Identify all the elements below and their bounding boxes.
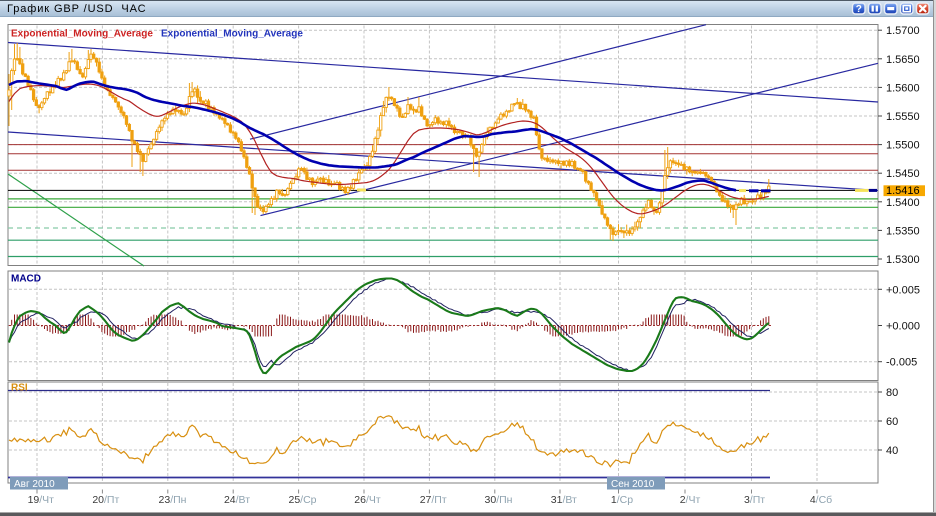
svg-text:20/Пт: 20/Пт xyxy=(92,494,119,506)
svg-text:1.5450: 1.5450 xyxy=(886,168,920,180)
svg-text:30/Пн: 30/Пн xyxy=(485,494,513,506)
svg-text:-0.005: -0.005 xyxy=(886,357,917,369)
svg-text:Exponential_Moving_Average: Exponential_Moving_Average xyxy=(11,29,153,40)
svg-text:1.5550: 1.5550 xyxy=(886,111,920,123)
svg-text:31/Вт: 31/Вт xyxy=(551,494,577,506)
svg-text:Сен 2010: Сен 2010 xyxy=(611,479,655,490)
svg-text:27/Пт: 27/Пт xyxy=(420,494,447,506)
svg-text:60: 60 xyxy=(886,416,898,428)
svg-text:40: 40 xyxy=(886,445,898,457)
svg-text:1.5350: 1.5350 xyxy=(886,225,920,237)
svg-text:1.5400: 1.5400 xyxy=(886,197,920,209)
svg-text:1.5500: 1.5500 xyxy=(886,140,920,152)
svg-text:80: 80 xyxy=(886,387,898,399)
svg-text:23/Пн: 23/Пн xyxy=(159,494,187,506)
svg-text:1.5300: 1.5300 xyxy=(886,254,920,266)
svg-text:MACD: MACD xyxy=(11,274,41,285)
svg-text:1.5700: 1.5700 xyxy=(886,25,920,37)
svg-text:24/Вт: 24/Вт xyxy=(224,494,250,506)
svg-text:1.5650: 1.5650 xyxy=(886,54,920,66)
svg-text:19/Чт: 19/Чт xyxy=(28,494,55,506)
svg-text:25/Ср: 25/Ср xyxy=(288,494,316,506)
svg-text:Exponential_Moving_Average: Exponential_Moving_Average xyxy=(161,29,303,40)
svg-text:1/Ср: 1/Ср xyxy=(611,494,633,506)
svg-text:1.5600: 1.5600 xyxy=(886,82,920,94)
svg-text:Авг 2010: Авг 2010 xyxy=(14,479,55,490)
svg-text:1.5416: 1.5416 xyxy=(886,185,920,197)
svg-text:+0.000: +0.000 xyxy=(886,321,920,333)
svg-text:4/Сб: 4/Сб xyxy=(810,494,832,506)
svg-text:RSI: RSI xyxy=(11,383,28,394)
svg-text:2/Чт: 2/Чт xyxy=(680,494,701,506)
svg-text:+0.005: +0.005 xyxy=(886,284,920,296)
svg-text:3/Пт: 3/Пт xyxy=(744,494,765,506)
svg-text:26/Чт: 26/Чт xyxy=(354,494,381,506)
svg-text:?: ? xyxy=(856,4,862,15)
